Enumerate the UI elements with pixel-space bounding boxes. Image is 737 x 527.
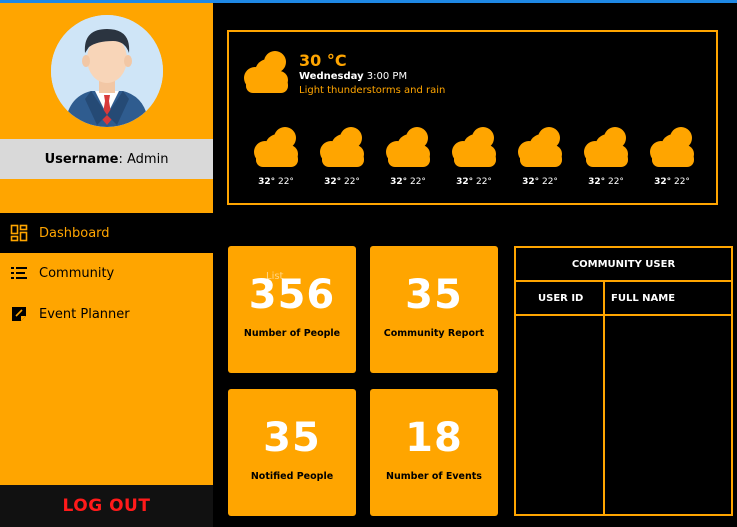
stat-value: 18	[405, 415, 463, 461]
forecast-high: 32°	[456, 177, 474, 187]
column-divider	[603, 282, 605, 514]
forecast-high: 32°	[588, 177, 606, 187]
stat-card-notified-people[interactable]: 35 Notified People	[228, 389, 356, 516]
sidebar-item-label: Community	[39, 265, 115, 281]
forecast-low: 22°	[343, 177, 360, 187]
forecast-day: 32° 22°	[579, 124, 633, 187]
cloud-icon	[449, 124, 499, 174]
weather-description: Light thunderstorms and rain	[299, 85, 446, 96]
username-value: : Admin	[118, 151, 169, 167]
forecast-day: 32° 22°	[513, 124, 567, 187]
table-header-row: USER ID FULL NAME	[516, 282, 731, 316]
stat-value: 356	[248, 272, 336, 318]
stat-label: Number of Events	[386, 471, 482, 482]
forecast-high: 32°	[258, 177, 276, 187]
cloud-icon	[241, 48, 291, 100]
forecast-high: 32°	[390, 177, 408, 187]
logout-button[interactable]: LOG OUT	[0, 485, 213, 527]
current-datetime: Wednesday 3:00 PM	[299, 71, 407, 82]
forecast-low: 22°	[673, 177, 690, 187]
forecast-low: 22°	[277, 177, 294, 187]
stat-card-number-of-events[interactable]: 18 Number of Events	[370, 389, 498, 516]
forecast-low: 22°	[541, 177, 558, 187]
forecast-low: 22°	[475, 177, 492, 187]
sidebar-item-community[interactable]: Community	[0, 253, 213, 293]
user-avatar-icon	[51, 15, 163, 127]
forecast-day: 32° 22°	[645, 124, 699, 187]
forecast-day: 32° 22°	[381, 124, 435, 187]
column-header-user-id[interactable]: USER ID	[538, 282, 583, 314]
sidebar-item-event-planner[interactable]: Event Planner	[0, 294, 213, 334]
forecast-low: 22°	[607, 177, 624, 187]
current-day: Wednesday	[299, 71, 364, 82]
sidebar-item-dashboard[interactable]: Dashboard	[0, 213, 213, 253]
stat-label: Community Report	[383, 328, 485, 339]
dashboard-grid-icon	[10, 224, 28, 242]
forecast-day: 32° 22°	[447, 124, 501, 187]
username-bar: Username: Admin	[0, 139, 213, 179]
cloud-icon	[647, 124, 697, 174]
forecast-day: 32° 22°	[249, 124, 303, 187]
stat-value: 35	[263, 415, 321, 461]
sidebar-item-label: Event Planner	[39, 306, 130, 322]
forecast-day: 32° 22°	[315, 124, 369, 187]
forecast-high: 32°	[522, 177, 540, 187]
forecast-high: 32°	[324, 177, 342, 187]
forecast-row: 32° 22° 32° 22° 32° 22° 32° 22° 32° 22° …	[249, 124, 699, 187]
column-header-full-name[interactable]: FULL NAME	[611, 282, 675, 314]
stat-label: Notified People	[250, 471, 334, 482]
stat-label: Number of People	[243, 328, 341, 339]
stat-card-community-report[interactable]: 35 Community Report	[370, 246, 498, 373]
cloud-icon	[251, 124, 301, 174]
username-label: Username	[44, 151, 119, 167]
forecast-low: 22°	[409, 177, 426, 187]
cloud-icon	[581, 124, 631, 174]
current-time: 3:00 PM	[366, 71, 408, 82]
current-temperature: 30 °C	[299, 51, 347, 70]
cloud-icon	[515, 124, 565, 174]
weather-panel: 30 °C Wednesday 3:00 PM Light thundersto…	[227, 30, 718, 205]
cloud-icon	[383, 124, 433, 174]
stat-value: 35	[405, 272, 463, 318]
forecast-high: 32°	[654, 177, 672, 187]
sidebar: Username: Admin Dashboard Community Even…	[0, 3, 213, 527]
sticky-note-icon	[10, 305, 28, 323]
list-icon	[10, 264, 28, 282]
stat-card-number-of-people[interactable]: List 356 Number of People	[228, 246, 356, 373]
community-user-table: COMMUNITY USER USER ID FULL NAME	[514, 246, 733, 516]
avatar	[51, 15, 163, 127]
cloud-icon	[317, 124, 367, 174]
table-title: COMMUNITY USER	[516, 248, 731, 282]
sidebar-item-label: Dashboard	[39, 225, 110, 241]
